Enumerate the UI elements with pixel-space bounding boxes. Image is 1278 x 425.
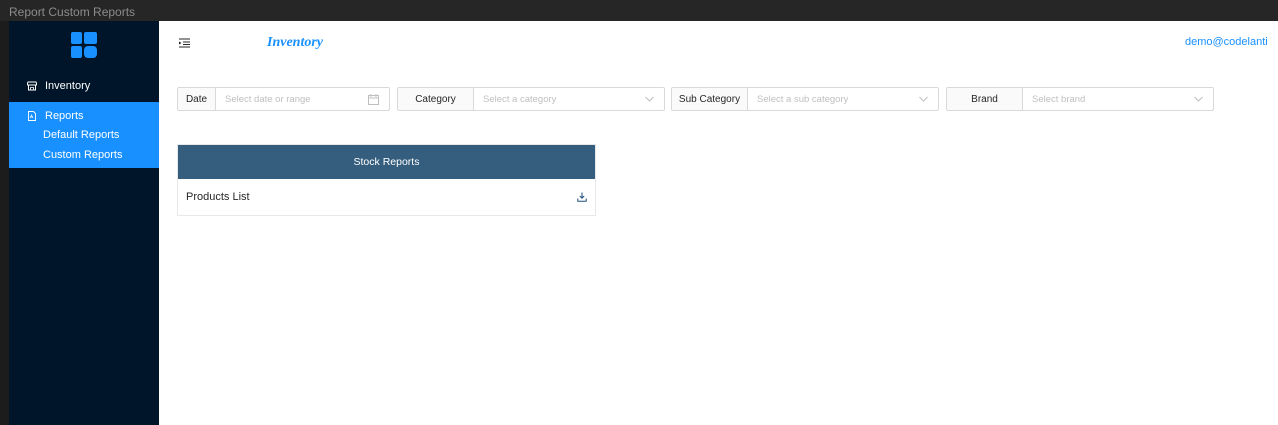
file-pdf-icon [28,111,36,121]
brand-select[interactable]: Select brand [1023,88,1213,110]
page-title: Inventory [267,35,323,50]
report-name: Products List [186,191,250,203]
user-account-link[interactable]: demo@codelanti [1185,36,1268,48]
window-title: Report Custom Reports [0,0,1278,21]
brand-placeholder: Select brand [1032,93,1086,105]
subcategory-filter-label: Sub Category [672,88,748,110]
sidebar-item-label: Reports [45,110,84,122]
subcategory-filter: Sub Category Select a sub category [671,87,939,111]
calendar-icon [368,93,379,105]
date-filter: Date Select date or range [177,87,390,111]
chevron-down-icon [1194,96,1203,102]
category-filter: Category Select a category [397,87,665,111]
sidebar-item-custom-reports[interactable]: Custom Reports [43,149,122,161]
download-icon[interactable] [577,192,587,202]
stock-reports-card: Stock Reports Products List [177,144,596,216]
subcategory-select[interactable]: Select a sub category [748,88,938,110]
brand-filter-label: Brand [947,88,1023,110]
sidebar-item-reports[interactable]: Reports [27,110,84,122]
menu-fold-icon[interactable] [179,38,190,48]
brand-filter: Brand Select brand [946,87,1214,111]
chevron-down-icon [645,96,654,102]
chevron-down-icon [919,96,928,102]
sidebar: Inventory Reports Default Reports Custom… [9,21,159,425]
sidebar-item-inventory[interactable]: Inventory [9,77,159,95]
date-filter-label: Date [178,88,216,110]
date-range-picker[interactable]: Select date or range [216,88,389,110]
app-logo-icon[interactable] [71,32,97,58]
subcategory-placeholder: Select a sub category [757,93,849,105]
main-content: Inventory demo@codelanti Date Select dat… [159,21,1278,425]
window-edge [0,21,9,425]
sidebar-item-default-reports[interactable]: Default Reports [43,129,119,141]
sidebar-group-reports: Reports Default Reports Custom Reports [9,102,159,168]
shop-icon [27,81,37,91]
filter-bar: Date Select date or range Category Selec… [159,87,1278,111]
card-header: Stock Reports [178,145,595,179]
category-select[interactable]: Select a category [474,88,664,110]
list-item: Products List [178,179,595,215]
date-placeholder: Select date or range [225,93,311,105]
sidebar-item-label: Inventory [45,80,91,92]
category-filter-label: Category [398,88,474,110]
category-placeholder: Select a category [483,93,557,105]
